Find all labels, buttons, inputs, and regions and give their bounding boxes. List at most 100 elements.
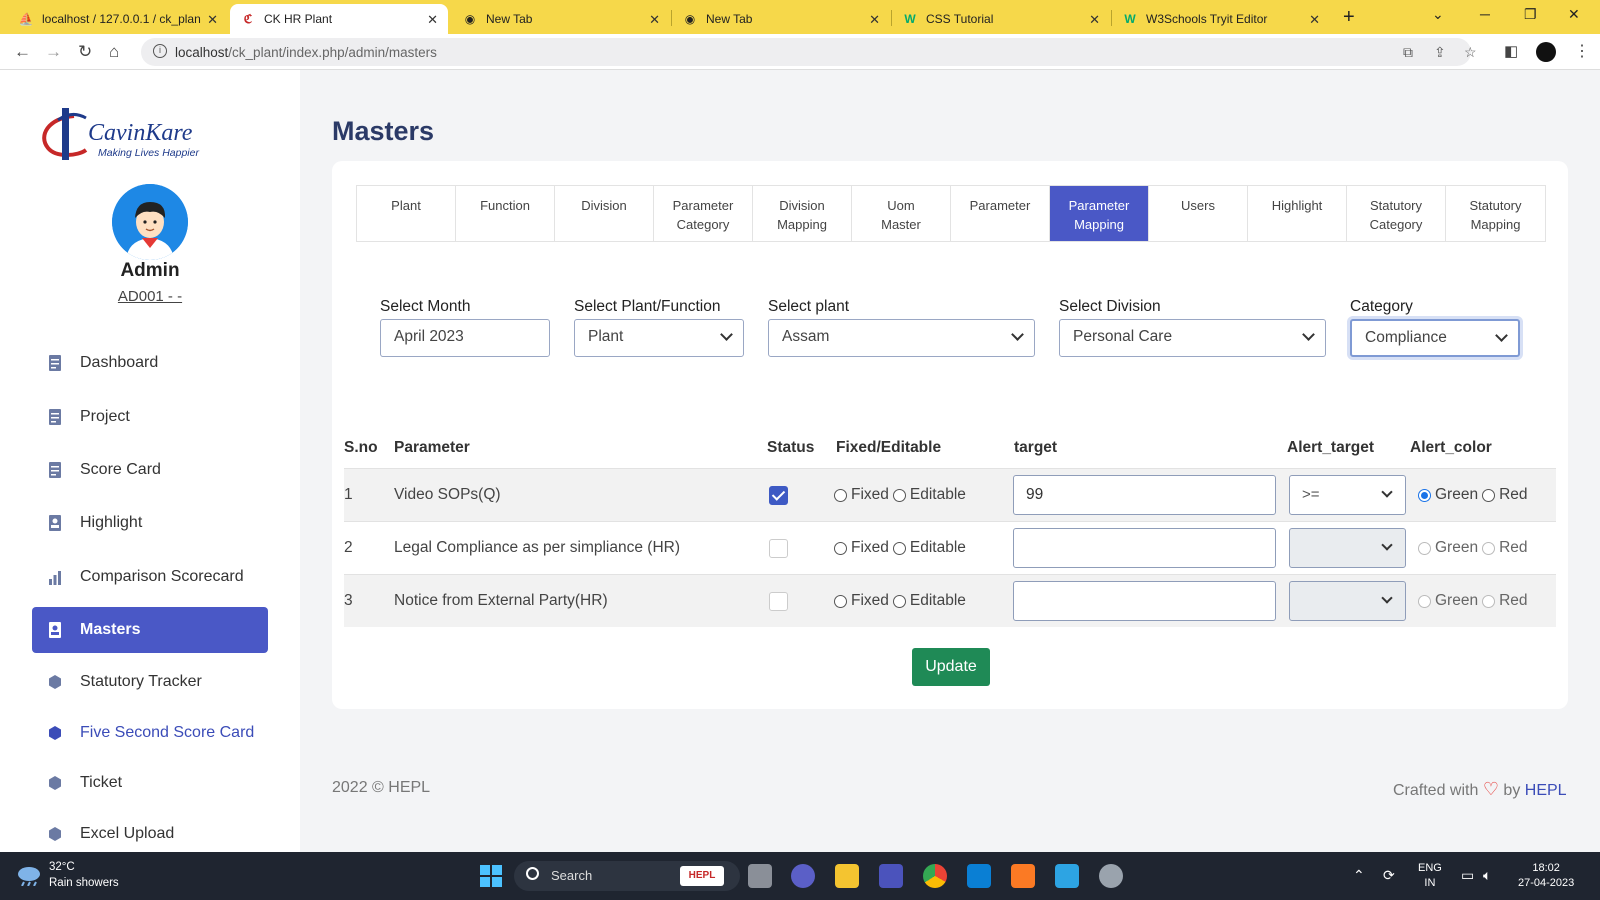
tab-statutory-mapping[interactable]: Statutory Mapping (1446, 186, 1545, 241)
editable-radio[interactable] (892, 594, 906, 608)
fixed-radio[interactable] (834, 541, 847, 555)
month-field[interactable]: April 2023 (380, 319, 550, 357)
green-radio[interactable] (1418, 488, 1431, 502)
tab-statutory-category[interactable]: Statutory Category (1347, 186, 1446, 241)
translate-icon[interactable]: ⧉ (1403, 44, 1413, 61)
profile-avatar[interactable] (1536, 42, 1556, 62)
close-tab-icon[interactable]: ✕ (207, 12, 218, 28)
target-input[interactable] (1013, 528, 1276, 568)
reload-icon[interactable]: ↻ (78, 42, 92, 62)
plant-function-select[interactable]: Plant (574, 319, 744, 357)
editable-radio[interactable] (892, 541, 906, 555)
chevron-up-icon[interactable]: ⌃ (1353, 867, 1365, 884)
tab-uom-master[interactable]: Uom Master (852, 186, 951, 241)
sync-icon[interactable]: ⟳ (1383, 867, 1395, 884)
green-radio[interactable] (1418, 594, 1431, 608)
fixed-radio[interactable] (834, 594, 847, 608)
plant-select[interactable]: Assam (768, 319, 1035, 357)
editable-radio[interactable] (892, 488, 906, 502)
tab-users[interactable]: Users (1149, 186, 1248, 241)
minimize-icon[interactable]: ─ (1480, 6, 1490, 22)
network-icon[interactable]: ▭ (1461, 867, 1474, 884)
sidebar-item-five-second-score-card[interactable]: Five Second Score Card (32, 710, 268, 756)
status-checkbox[interactable] (769, 592, 788, 611)
new-tab-icon[interactable]: + (1343, 6, 1355, 29)
bookmark-star-icon[interactable]: ☆ (1464, 44, 1477, 61)
sidebar-item-statutory-tracker[interactable]: Statutory Tracker (32, 659, 268, 705)
close-tab-icon[interactable]: ✕ (649, 12, 660, 28)
alert-target-select[interactable]: >= (1289, 475, 1406, 515)
teams-chat-icon[interactable] (791, 864, 815, 888)
tab-division-mapping[interactable]: Division Mapping (753, 186, 852, 241)
status-checkbox[interactable] (769, 486, 788, 505)
browser-tab-ck-hr-plant[interactable]: ℭ CK HR Plant ✕ (230, 4, 448, 34)
tab-parameter-mapping[interactable]: Parameter Mapping (1050, 186, 1149, 241)
browser-tab-new-tab-2[interactable]: ◉ New Tab ✕ (672, 4, 890, 34)
clock[interactable]: 18:02 27-04-2023 (1518, 861, 1574, 891)
tab-division[interactable]: Division (555, 186, 654, 241)
vscode-icon[interactable] (967, 864, 991, 888)
windows-start-icon[interactable] (479, 864, 503, 888)
notepad-icon[interactable] (1055, 864, 1079, 888)
sidebar-item-masters[interactable]: Masters (32, 607, 268, 653)
site-info-icon[interactable]: i (153, 44, 167, 58)
update-button[interactable]: Update (912, 648, 990, 686)
user-code-link[interactable]: AD001 - - (0, 288, 300, 305)
share-icon[interactable]: ⇪ (1434, 44, 1446, 61)
url-field[interactable]: i localhost/ck_plant/index.php/admin/mas… (141, 38, 1477, 66)
tab-highlight[interactable]: Highlight (1248, 186, 1347, 241)
sidebar-item-ticket[interactable]: Ticket (32, 760, 268, 806)
tab-search-chevron-icon[interactable]: ⌄ (1432, 6, 1444, 23)
file-explorer-icon[interactable] (835, 864, 859, 888)
alert-target-select[interactable] (1289, 528, 1406, 568)
sidebar-item-comparison-scorecard[interactable]: Comparison Scorecard (32, 554, 268, 600)
speaker-icon[interactable]: 🔈︎ (1483, 867, 1491, 884)
alert-target-select[interactable] (1289, 581, 1406, 621)
close-tab-icon[interactable]: ✕ (427, 12, 438, 28)
teams-icon[interactable] (879, 864, 903, 888)
division-select[interactable]: Personal Care (1059, 319, 1326, 357)
chrome-icon[interactable] (923, 864, 947, 888)
browser-tab-tryit-editor[interactable]: W W3Schools Tryit Editor ✕ (1112, 4, 1330, 34)
sidebar-item-project[interactable]: Project (32, 394, 268, 440)
xampp-icon[interactable] (1011, 864, 1035, 888)
sidebar-item-dashboard[interactable]: Dashboard (32, 340, 268, 386)
browser-tab-css-tutorial[interactable]: W CSS Tutorial ✕ (892, 4, 1110, 34)
sidebar-item-excel-upload[interactable]: Excel Upload (32, 811, 268, 852)
restore-icon[interactable]: ❐ (1524, 6, 1537, 23)
close-window-icon[interactable]: ✕ (1568, 6, 1580, 23)
close-tab-icon[interactable]: ✕ (1089, 12, 1100, 28)
red-radio[interactable] (1482, 541, 1496, 555)
home-icon[interactable]: ⌂ (109, 42, 119, 62)
sidebar-item-highlight[interactable]: Highlight (32, 500, 268, 546)
cavinkare-logo[interactable]: CavinKare Making Lives Happier (38, 106, 218, 166)
green-radio[interactable] (1418, 541, 1431, 555)
footer-brand-link[interactable]: HEPL (1525, 782, 1567, 799)
weather-widget[interactable]: 32°C Rain showers (49, 859, 119, 891)
red-radio[interactable] (1482, 594, 1496, 608)
sidebar-item-score-card[interactable]: Score Card (32, 447, 268, 493)
settings-gear-icon[interactable] (1099, 864, 1123, 888)
side-panel-icon[interactable]: ◧ (1504, 42, 1518, 60)
target-input[interactable] (1013, 581, 1276, 621)
close-tab-icon[interactable]: ✕ (869, 12, 880, 28)
tab-plant[interactable]: Plant (357, 186, 456, 241)
tab-parameter-category[interactable]: Parameter Category (654, 186, 753, 241)
browser-tab-phpmyadmin[interactable]: ⛵ localhost / 127.0.0.1 / ck_plan ✕ (8, 4, 228, 34)
back-arrow-icon[interactable]: ← (14, 42, 31, 62)
forward-arrow-icon[interactable]: → (45, 42, 62, 62)
status-checkbox[interactable] (769, 539, 788, 558)
taskbar-search[interactable]: Search HEPL (514, 861, 740, 891)
fixed-radio[interactable] (834, 488, 847, 502)
close-tab-icon[interactable]: ✕ (1309, 12, 1320, 28)
weather-rain-icon[interactable] (16, 864, 42, 887)
browser-tab-new-tab-1[interactable]: ◉ New Tab ✕ (452, 4, 670, 34)
category-select[interactable]: Compliance (1350, 319, 1520, 357)
browser-menu-icon[interactable]: ⋮ (1574, 41, 1590, 61)
red-radio[interactable] (1482, 488, 1496, 502)
language-indicator[interactable]: ENG IN (1418, 861, 1442, 891)
tab-function[interactable]: Function (456, 186, 555, 241)
tab-parameter[interactable]: Parameter (951, 186, 1050, 241)
target-input[interactable]: 99 (1013, 475, 1276, 515)
task-view-icon[interactable] (748, 864, 772, 888)
